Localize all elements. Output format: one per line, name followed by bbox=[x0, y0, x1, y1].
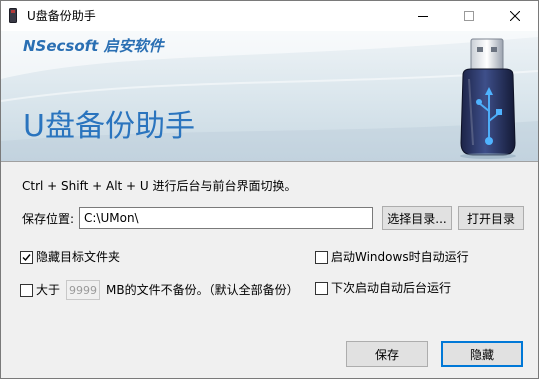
hotkey-hint: Ctrl + Shift + Alt + U 进行后台与前台界面切换。 bbox=[22, 179, 297, 193]
maximize-icon bbox=[464, 11, 474, 21]
hide-folder-option[interactable]: 隐藏目标文件夹 bbox=[20, 249, 120, 265]
app-window: U盘备份助手 NSecsoft 启安软件 U盘备份助手 Ctrl + Shift… bbox=[0, 0, 539, 379]
size-limit-label-before: 大于 bbox=[36, 283, 61, 297]
autostart-checkbox[interactable] bbox=[315, 250, 328, 264]
header-banner: NSecsoft 启安软件 U盘备份助手 bbox=[1, 31, 538, 161]
minimize-icon bbox=[418, 16, 428, 17]
banner-divider bbox=[1, 161, 538, 162]
save-button[interactable]: 保存 bbox=[346, 341, 428, 367]
next-start-hidden-checkbox[interactable] bbox=[315, 281, 328, 295]
maximize-button[interactable] bbox=[446, 1, 492, 31]
title-bar[interactable]: U盘备份助手 bbox=[1, 1, 538, 31]
hide-folder-checkbox[interactable] bbox=[20, 250, 33, 264]
minimize-button[interactable] bbox=[400, 1, 446, 31]
save-location-label: 保存位置: bbox=[22, 212, 75, 226]
checkmark-icon bbox=[22, 253, 31, 261]
close-icon bbox=[510, 11, 520, 21]
next-start-hidden-option[interactable]: 下次启动自动后台运行 bbox=[315, 280, 451, 296]
save-path-input[interactable] bbox=[79, 207, 373, 229]
usb-drive-icon bbox=[9, 8, 17, 23]
size-limit-option[interactable]: 大于 MB的文件不备份。（默认全部备份） bbox=[20, 280, 299, 300]
window-title: U盘备份助手 bbox=[27, 9, 96, 23]
autostart-label: 启动Windows时自动运行 bbox=[331, 250, 469, 264]
size-limit-input[interactable] bbox=[66, 280, 101, 300]
next-start-hidden-label: 下次启动自动后台运行 bbox=[331, 281, 452, 295]
browse-folder-button[interactable]: 选择目录... bbox=[382, 206, 452, 230]
close-button[interactable] bbox=[492, 1, 538, 31]
size-limit-label-after: MB的文件不备份。（默认全部备份） bbox=[106, 283, 299, 297]
usb-drive-illustration bbox=[460, 38, 516, 159]
hide-button[interactable]: 隐藏 bbox=[441, 341, 523, 367]
size-limit-checkbox[interactable] bbox=[20, 283, 33, 297]
banner-title: U盘备份助手 bbox=[23, 109, 195, 144]
brand-logo: NSecsoft 启安软件 bbox=[23, 37, 164, 55]
hide-folder-label: 隐藏目标文件夹 bbox=[36, 250, 121, 264]
autostart-option[interactable]: 启动Windows时自动运行 bbox=[315, 249, 469, 265]
open-folder-button[interactable]: 打开目录 bbox=[458, 206, 524, 230]
